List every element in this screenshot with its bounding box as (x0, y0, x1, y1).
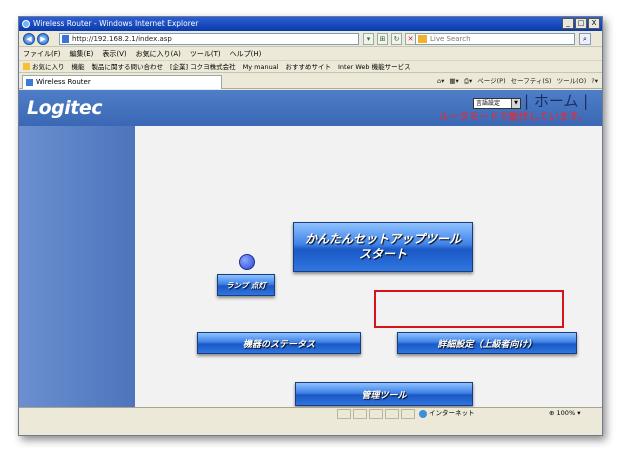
menu-view[interactable]: 表示(V) (102, 48, 126, 60)
favorite-link[interactable]: Inter Web 機能サービス (338, 61, 411, 72)
refresh-icon[interactable]: ↻ (391, 33, 402, 45)
star-icon (23, 63, 30, 70)
url-text: http://192.168.2.1/index.asp (72, 35, 172, 43)
forward-icon[interactable]: ▶ (37, 33, 49, 45)
live-search-icon (418, 35, 427, 43)
favorites-button[interactable]: お気に入り (23, 61, 65, 72)
globe-icon (419, 410, 427, 418)
zoom-icon: ⊕ (549, 409, 555, 417)
main-panel: かんたんセットアップツール スタート ランプ 点灯 機器のステータス 詳細設定（… (135, 126, 602, 407)
tab-page-icon (26, 79, 33, 86)
favorite-link[interactable]: My manual (243, 61, 279, 72)
status-bar: インターネット ⊕ 100% ▾ (19, 407, 602, 419)
chevron-down-icon: ▾ (577, 409, 581, 417)
favorite-link[interactable]: 機能 (72, 61, 85, 72)
favorites-bar: お気に入り 機能 製品に関する問い合わせ [企業] コクヨ株式会社 My man… (19, 60, 602, 73)
status-cell (369, 409, 383, 419)
advanced-settings-button[interactable]: 詳細設定（上級者向け） (397, 332, 577, 354)
home-link[interactable]: | ホーム | (524, 92, 588, 110)
favorite-link[interactable]: [企業] コクヨ株式会社 (170, 61, 236, 72)
back-icon[interactable]: ◀ (23, 33, 35, 45)
dropdown-icon[interactable]: ▾ (363, 33, 374, 45)
url-input[interactable]: http://192.168.2.1/index.asp (59, 33, 359, 45)
tab-label: Wireless Router (36, 78, 91, 86)
window-bottom (19, 419, 602, 435)
search-input[interactable]: Live Search (415, 33, 575, 45)
tools-menu[interactable]: ツール(O) (557, 76, 587, 86)
setup-tool-button[interactable]: かんたんセットアップツール スタート (293, 222, 473, 272)
page-menu[interactable]: ページ(P) (477, 76, 505, 86)
router-mode-text: ルータモードで動作しています。 (439, 112, 588, 123)
status-cell (337, 409, 351, 419)
menu-tools[interactable]: ツール(T) (190, 48, 221, 60)
safety-menu[interactable]: セーフティ(S) (511, 76, 552, 86)
help-icon[interactable]: ?▾ (591, 76, 598, 86)
command-bar: ⌂▾ ▦▾ ⎙▾ ページ(P) セーフティ(S) ツール(O) ?▾ (437, 76, 598, 86)
window-title: Wireless Router - Windows Internet Explo… (33, 19, 199, 28)
page-icon (62, 35, 69, 43)
minimize-button[interactable]: _ (562, 18, 574, 29)
zone-label: インターネット (429, 409, 475, 417)
zoom-level: 100% (556, 409, 576, 417)
favorite-link[interactable]: おすすめサイト (286, 61, 332, 72)
title-bar: Wireless Router - Windows Internet Explo… (19, 17, 602, 31)
router-header: Logitec 言語設定 ▼ | ホーム | ルータモードで動作しています。 (19, 90, 602, 126)
search-icon[interactable]: ⌕ (579, 33, 591, 45)
menu-file[interactable]: ファイル(F) (23, 48, 61, 60)
favorite-link[interactable]: 製品に関する問い合わせ (92, 61, 164, 72)
status-cell (353, 409, 367, 419)
device-status-button[interactable]: 機器のステータス (197, 332, 361, 354)
highlight-box (374, 290, 564, 328)
ie-icon (22, 20, 30, 28)
language-select[interactable]: 言語設定 ▼ (473, 98, 521, 109)
lamp-button[interactable]: ランプ 点灯 (217, 274, 275, 296)
maximize-button[interactable]: □ (575, 18, 587, 29)
tab-bar: Wireless Router ⌂▾ ▦▾ ⎙▾ ページ(P) セーフティ(S)… (19, 73, 602, 89)
home-icon[interactable]: ⌂▾ (437, 76, 444, 86)
tab-wireless-router[interactable]: Wireless Router (22, 75, 222, 89)
compat-icon[interactable]: ⊞ (377, 33, 388, 45)
status-cell (385, 409, 399, 419)
status-cell (401, 409, 415, 419)
menu-favorites[interactable]: お気に入り(A) (136, 48, 181, 60)
sidebar (19, 126, 135, 407)
admin-tools-button[interactable]: 管理ツール (295, 382, 473, 406)
feeds-icon[interactable]: ▦▾ (449, 76, 458, 86)
lamp-indicator-icon (239, 254, 255, 270)
language-value: 言語設定 (476, 100, 501, 107)
page-content: Logitec 言語設定 ▼ | ホーム | ルータモードで動作しています。 か… (19, 90, 602, 407)
browser-window: Wireless Router - Windows Internet Explo… (18, 16, 603, 436)
search-placeholder: Live Search (430, 35, 471, 43)
menu-edit[interactable]: 編集(E) (70, 48, 94, 60)
menu-help[interactable]: ヘルプ(H) (230, 48, 262, 60)
logitec-logo: Logitec (27, 97, 103, 119)
close-button[interactable]: X (588, 18, 600, 29)
print-icon[interactable]: ⎙▾ (464, 76, 472, 86)
window-controls: _ □ X (562, 18, 600, 29)
address-tools: ▾ ⊞ ↻ ✕ (363, 33, 416, 45)
setup-line1: かんたんセットアップツール (304, 232, 461, 246)
setup-line2: スタート (358, 247, 407, 261)
menu-bar: ファイル(F) 編集(E) 表示(V) お気に入り(A) ツール(T) ヘルプ(… (19, 48, 602, 60)
chevron-down-icon: ▼ (511, 99, 520, 108)
address-bar: ◀ ▶ http://192.168.2.1/index.asp ▾ ⊞ ↻ ✕… (19, 31, 602, 47)
